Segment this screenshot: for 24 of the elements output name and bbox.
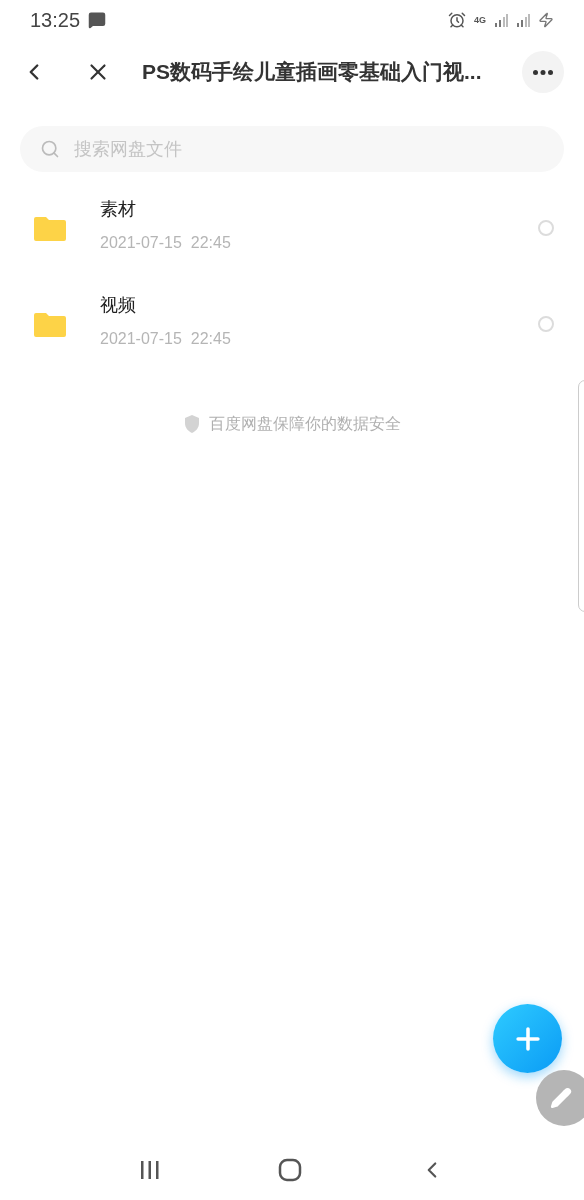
message-icon — [88, 11, 107, 29]
folder-date: 2021-07-15 22:45 — [100, 328, 232, 349]
status-time: 13:25 — [30, 8, 81, 33]
page-title: PS数码手绘儿童插画零基础入门视... — [142, 59, 483, 86]
more-icon — [533, 69, 553, 75]
folder-date: 2021-07-15 22:45 — [100, 232, 232, 253]
pencil-icon — [550, 1087, 572, 1109]
home-icon[interactable] — [278, 1158, 302, 1182]
signal-icon — [516, 13, 530, 27]
add-button[interactable] — [493, 1004, 562, 1073]
signal-icon — [494, 13, 508, 27]
folder-icon — [34, 215, 66, 241]
network-label: 4G — [474, 15, 486, 25]
folder-name: 素材 — [100, 197, 137, 221]
search-icon — [40, 139, 60, 159]
shield-icon — [183, 414, 201, 434]
folder-row[interactable]: 素材 2021-07-15 22:45 — [0, 180, 584, 276]
security-note: 百度网盘保障你的数据安全 — [209, 414, 401, 434]
more-button[interactable] — [522, 51, 564, 93]
folder-row[interactable]: 视频 2021-07-15 22:45 — [0, 276, 584, 372]
folder-icon — [34, 311, 66, 337]
recent-apps-icon[interactable] — [138, 1160, 161, 1180]
folder-name: 视频 — [100, 293, 137, 317]
alarm-icon — [448, 11, 466, 29]
